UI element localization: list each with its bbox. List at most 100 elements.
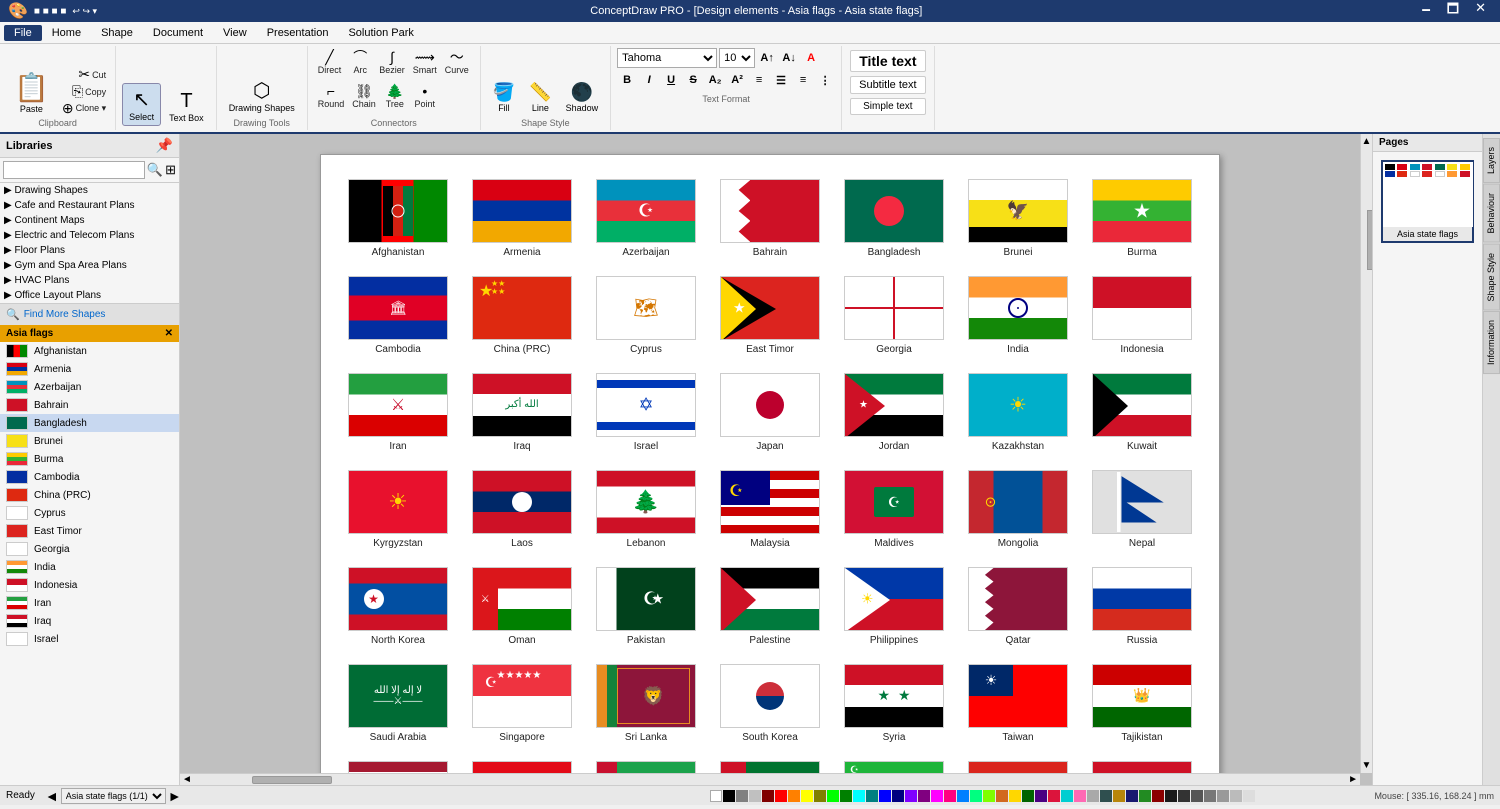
canvas-area[interactable]: Afghanistan Armenia ☪ Azerbaijan bbox=[180, 134, 1372, 785]
search-icon[interactable]: 🔍 bbox=[147, 162, 163, 178]
panel-pin-icon[interactable]: 📌 bbox=[156, 137, 173, 154]
flag-card-indonesia[interactable]: Indonesia bbox=[1085, 272, 1199, 359]
horizontal-scrollbar[interactable]: ◄ ► bbox=[180, 773, 1360, 785]
drawing-shapes-button[interactable]: ⬡ Drawing Shapes bbox=[223, 75, 301, 116]
font-select[interactable]: Tahoma bbox=[617, 48, 717, 68]
flag-card-iran[interactable]: ⚔ Iran bbox=[341, 369, 455, 456]
flag-card-malaysia[interactable]: ☪ Malaysia bbox=[713, 466, 827, 553]
italic-button[interactable]: I bbox=[639, 70, 659, 90]
color-swatch[interactable] bbox=[775, 790, 787, 802]
flag-card-cyprus[interactable]: 🗺 Cyprus bbox=[589, 272, 703, 359]
shape-style-tab[interactable]: Shape Style bbox=[1483, 244, 1500, 311]
color-swatch[interactable] bbox=[892, 790, 904, 802]
fill-button[interactable]: 🪣Fill bbox=[487, 79, 521, 116]
color-swatch[interactable] bbox=[723, 790, 735, 802]
flag-card-saudi-arabia[interactable]: لا إله إلا الله——⚔—— Saudi Arabia bbox=[341, 660, 455, 747]
flag-card-oman[interactable]: ⚔ Oman bbox=[465, 563, 579, 650]
scroll-up-button[interactable]: ▲ bbox=[1362, 136, 1372, 147]
flag-card-yemen[interactable]: Yemen bbox=[1085, 757, 1199, 773]
flag-card-afghanistan[interactable]: Afghanistan bbox=[341, 175, 455, 262]
point-button[interactable]: •Point bbox=[410, 82, 440, 111]
menu-solution-park[interactable]: Solution Park bbox=[338, 25, 423, 41]
color-swatch[interactable] bbox=[1009, 790, 1021, 802]
color-swatch[interactable] bbox=[1035, 790, 1047, 802]
superscript-button[interactable]: A² bbox=[727, 70, 747, 90]
underline-button[interactable]: U bbox=[661, 70, 681, 90]
bezier-button[interactable]: ∫Bezier bbox=[375, 48, 409, 77]
flag-card-mongolia[interactable]: ⊙ Mongolia bbox=[961, 466, 1075, 553]
flag-card-azerbaijan[interactable]: ☪ Azerbaijan bbox=[589, 175, 703, 262]
maximize-button[interactable]: 🗖 bbox=[1441, 0, 1465, 22]
color-swatch[interactable] bbox=[1048, 790, 1060, 802]
color-swatch[interactable] bbox=[931, 790, 943, 802]
flag-card-taiwan[interactable]: ☀ Taiwan bbox=[961, 660, 1075, 747]
flag-card-south-korea[interactable]: South Korea bbox=[713, 660, 827, 747]
flag-item-east-timor[interactable]: East Timor bbox=[0, 522, 179, 540]
subtitle-text-button[interactable]: Subtitle text bbox=[850, 76, 925, 94]
information-tab[interactable]: Information bbox=[1483, 311, 1500, 374]
flag-card-burma[interactable]: ★ Burma bbox=[1085, 175, 1199, 262]
color-swatch[interactable] bbox=[996, 790, 1008, 802]
flag-item-brunei[interactable]: Brunei bbox=[0, 432, 179, 450]
color-swatch[interactable] bbox=[788, 790, 800, 802]
color-swatch[interactable] bbox=[749, 790, 761, 802]
line-button[interactable]: 📏Line bbox=[523, 79, 557, 116]
color-swatch[interactable] bbox=[1100, 790, 1112, 802]
lib-gym-spa[interactable]: ▶ Gym and Spa Area Plans bbox=[0, 258, 179, 273]
lib-drawing-shapes[interactable]: ▶ Drawing Shapes bbox=[0, 183, 179, 198]
curve-button[interactable]: 〜Curve bbox=[441, 48, 473, 77]
flag-card-vietnam[interactable]: ★ Vietnam bbox=[961, 757, 1075, 773]
color-swatch[interactable] bbox=[970, 790, 982, 802]
color-swatch[interactable] bbox=[1126, 790, 1138, 802]
color-swatch[interactable] bbox=[866, 790, 878, 802]
lib-electric-telecom[interactable]: ▶ Electric and Telecom Plans bbox=[0, 228, 179, 243]
close-button[interactable]: ✕ bbox=[1469, 0, 1492, 22]
menu-view[interactable]: View bbox=[213, 25, 257, 41]
flag-card-palestine[interactable]: Palestine bbox=[713, 563, 827, 650]
page-select[interactable]: Asia state flags (1/1) bbox=[61, 788, 166, 804]
minimize-button[interactable]: 🗕 bbox=[1416, 0, 1437, 22]
flag-card-kyrgyzstan[interactable]: ☀ Kyrgyzstan bbox=[341, 466, 455, 553]
menu-file[interactable]: File bbox=[4, 25, 42, 41]
color-swatch[interactable] bbox=[1152, 790, 1164, 802]
menu-home[interactable]: Home bbox=[42, 25, 91, 41]
canvas-scroll[interactable]: Afghanistan Armenia ☪ Azerbaijan bbox=[180, 134, 1360, 773]
font-size-select[interactable]: 10 bbox=[719, 48, 755, 68]
bold-button[interactable]: B bbox=[617, 70, 637, 90]
flag-item-indonesia[interactable]: Indonesia bbox=[0, 576, 179, 594]
flag-card-bangladesh[interactable]: Bangladesh bbox=[837, 175, 951, 262]
flag-card-israel[interactable]: ✡ Israel bbox=[589, 369, 703, 456]
flag-item-bahrain[interactable]: Bahrain bbox=[0, 396, 179, 414]
cut-button[interactable]: ✂Cut bbox=[59, 66, 109, 82]
menu-shape[interactable]: Shape bbox=[91, 25, 143, 41]
paste-button[interactable]: 📋 Paste bbox=[6, 69, 57, 116]
next-page-button[interactable]: ► bbox=[168, 788, 182, 804]
scroll-right-button[interactable]: ► bbox=[1346, 774, 1360, 785]
flag-card-philippines[interactable]: ☀ Philippines bbox=[837, 563, 951, 650]
color-swatch[interactable] bbox=[840, 790, 852, 802]
flag-card-tajikistan[interactable]: 👑 Tajikistan bbox=[1085, 660, 1199, 747]
color-swatch[interactable] bbox=[983, 790, 995, 802]
color-swatch[interactable] bbox=[1074, 790, 1086, 802]
flag-card-brunei[interactable]: 🦅 Brunei bbox=[961, 175, 1075, 262]
font-color-button[interactable]: A bbox=[801, 48, 821, 68]
color-swatch[interactable] bbox=[944, 790, 956, 802]
clone-button[interactable]: ⊕Clone ▾ bbox=[59, 100, 109, 116]
chain-button[interactable]: ⛓Chain bbox=[348, 82, 380, 111]
subscript-button[interactable]: A₂ bbox=[705, 70, 725, 90]
align-center-button[interactable]: ☰ bbox=[771, 70, 791, 90]
flag-item-iran[interactable]: Iran bbox=[0, 594, 179, 612]
flag-card-sri-lanka[interactable]: 🦁 Sri Lanka bbox=[589, 660, 703, 747]
color-swatch[interactable] bbox=[736, 790, 748, 802]
lib-office-layout[interactable]: ▶ Office Layout Plans bbox=[0, 288, 179, 303]
flag-item-china[interactable]: China (PRC) bbox=[0, 486, 179, 504]
flag-item-cambodia[interactable]: Cambodia bbox=[0, 468, 179, 486]
text-list-button[interactable]: ⋮ bbox=[815, 70, 835, 90]
shadow-button[interactable]: 🌑Shadow bbox=[560, 79, 605, 116]
flag-card-uzbekistan[interactable]: ☪ ★★★★★★★★★★★★ Uzbekistan bbox=[837, 757, 951, 773]
color-swatch[interactable] bbox=[1230, 790, 1242, 802]
find-more-shapes-button[interactable]: 🔍 Find More Shapes bbox=[0, 303, 179, 325]
flag-card-georgia[interactable]: Georgia bbox=[837, 272, 951, 359]
asia-flags-close-icon[interactable]: ✕ bbox=[165, 328, 173, 339]
flag-item-cyprus[interactable]: Cyprus bbox=[0, 504, 179, 522]
